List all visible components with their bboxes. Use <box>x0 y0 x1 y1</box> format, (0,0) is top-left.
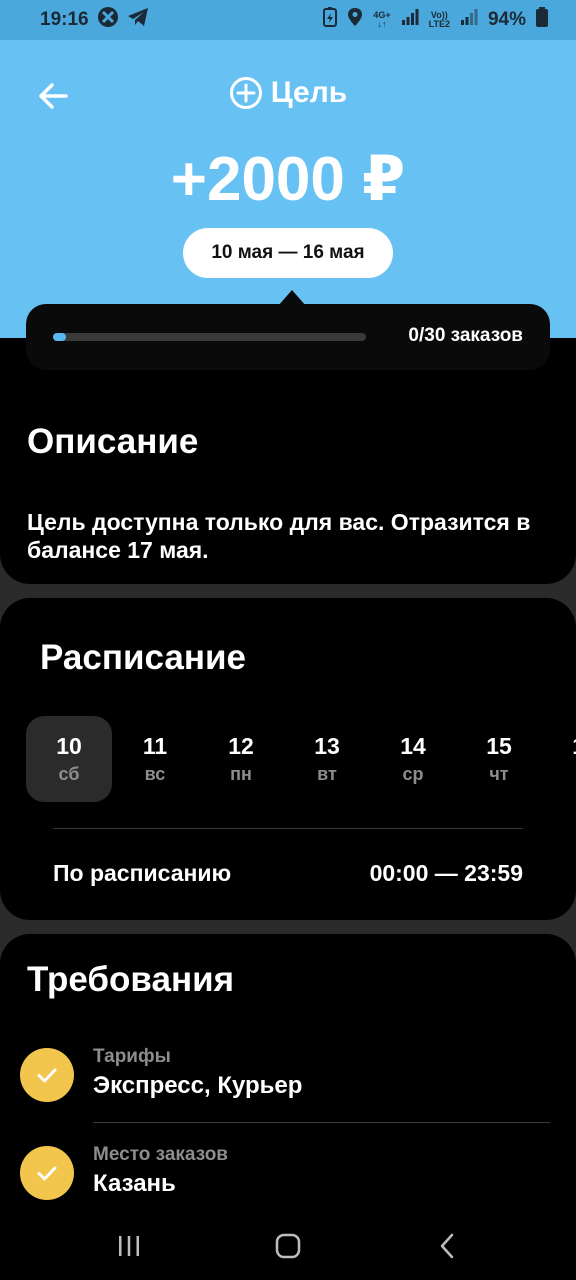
home-button[interactable] <box>258 1221 318 1271</box>
description-title: Описание <box>27 422 199 461</box>
day-item[interactable]: 12 пн <box>198 716 284 802</box>
schedule-divider <box>53 828 523 829</box>
day-number: 10 <box>56 733 82 759</box>
battery-saver-icon <box>323 7 338 33</box>
app-notification-icon <box>97 6 119 34</box>
progress-text: 0/30 заказов <box>408 325 523 346</box>
network-type: 4G+ ↓↑ <box>373 10 391 29</box>
requirements-title: Требования <box>27 960 235 999</box>
requirement-value: Казань <box>93 1170 176 1197</box>
day-item[interactable]: 16пт <box>542 716 576 802</box>
requirement-item-tariffs: Тарифы Экспресс, Курьер <box>20 1034 550 1104</box>
day-number: 13 <box>314 733 340 759</box>
day-item[interactable]: 11 вс <box>112 716 198 802</box>
requirements-divider <box>93 1122 550 1123</box>
location-icon <box>347 7 363 33</box>
day-weekday: сб <box>58 764 80 784</box>
description-text: Цель доступна только для вас. Отразится … <box>27 509 531 563</box>
schedule-title: Расписание <box>40 638 246 677</box>
day-number: 11 <box>142 733 168 759</box>
goal-amount: +2000 ₽ <box>170 145 406 214</box>
status-bar: 19:16 4G+ ↓↑ Vo)) LTE2 94% <box>0 0 576 40</box>
requirement-item-location: Место заказов Казань <box>20 1132 550 1202</box>
recent-apps-button[interactable] <box>99 1221 159 1271</box>
day-item[interactable]: 14 ср <box>370 716 456 802</box>
page-title: Цель <box>270 76 348 109</box>
check-icon <box>20 1048 74 1102</box>
status-left: 19:16 <box>40 6 149 34</box>
signal-icon-2 <box>460 8 478 32</box>
requirement-label: Тарифы <box>93 1046 171 1067</box>
check-icon <box>20 1146 74 1200</box>
date-range-pill: 10 мая — 16 мая <box>183 228 393 278</box>
day-weekday: вс <box>144 764 166 784</box>
signal-icon-1 <box>401 8 419 32</box>
status-right: 4G+ ↓↑ Vo)) LTE2 94% <box>323 7 548 33</box>
volte-indicator: Vo)) LTE2 <box>428 10 450 29</box>
plus-circle-icon <box>229 77 262 109</box>
telegram-icon <box>127 7 149 33</box>
day-weekday: ср <box>402 764 424 784</box>
schedule-card: Расписание 10 сб 11 вс 12 пн 13 вт 14 ср 15 чт… <box>0 598 576 920</box>
progress-fill <box>53 333 66 341</box>
schedule-row: По расписанию 00:00 — 23:59 <box>53 860 523 887</box>
day-weekday: пн <box>230 764 252 784</box>
day-number: 16 <box>572 733 576 760</box>
battery-percent: 94% <box>487 9 526 30</box>
progress-bar <box>53 333 366 341</box>
chevron-left-icon <box>440 1233 453 1259</box>
system-navigation-bar <box>0 1212 576 1280</box>
day-item[interactable]: 13 вт <box>284 716 370 802</box>
back-nav-button[interactable] <box>417 1221 477 1271</box>
day-weekday: чт <box>489 764 509 784</box>
home-icon <box>275 1233 301 1259</box>
status-time: 19:16 <box>40 9 89 30</box>
schedule-row-time: 00:00 — 23:59 <box>369 860 523 886</box>
requirement-label: Место заказов <box>93 1144 228 1165</box>
day-number: 15 <box>486 733 512 759</box>
requirements-card: Требования Тарифы Экспресс, Курьер Место… <box>0 934 576 1234</box>
recent-apps-icon <box>119 1236 140 1256</box>
day-item[interactable]: 15 чт <box>456 716 542 802</box>
day-number: 12 <box>228 733 254 759</box>
schedule-row-label: По расписанию <box>53 860 232 886</box>
progress-card: 0/30 заказов <box>26 304 550 370</box>
day-item[interactable]: 10 сб <box>26 716 112 802</box>
header-title-row: Цель <box>0 76 576 110</box>
schedule-days: 10 сб 11 вс 12 пн 13 вт 14 ср 15 чт 16пт <box>26 716 576 802</box>
requirement-value: Экспресс, Курьер <box>93 1072 303 1099</box>
day-number: 14 <box>400 733 426 759</box>
day-weekday: вт <box>317 764 337 784</box>
battery-icon <box>536 7 548 33</box>
description-card: Описание Цель доступна только для вас. О… <box>0 398 576 584</box>
